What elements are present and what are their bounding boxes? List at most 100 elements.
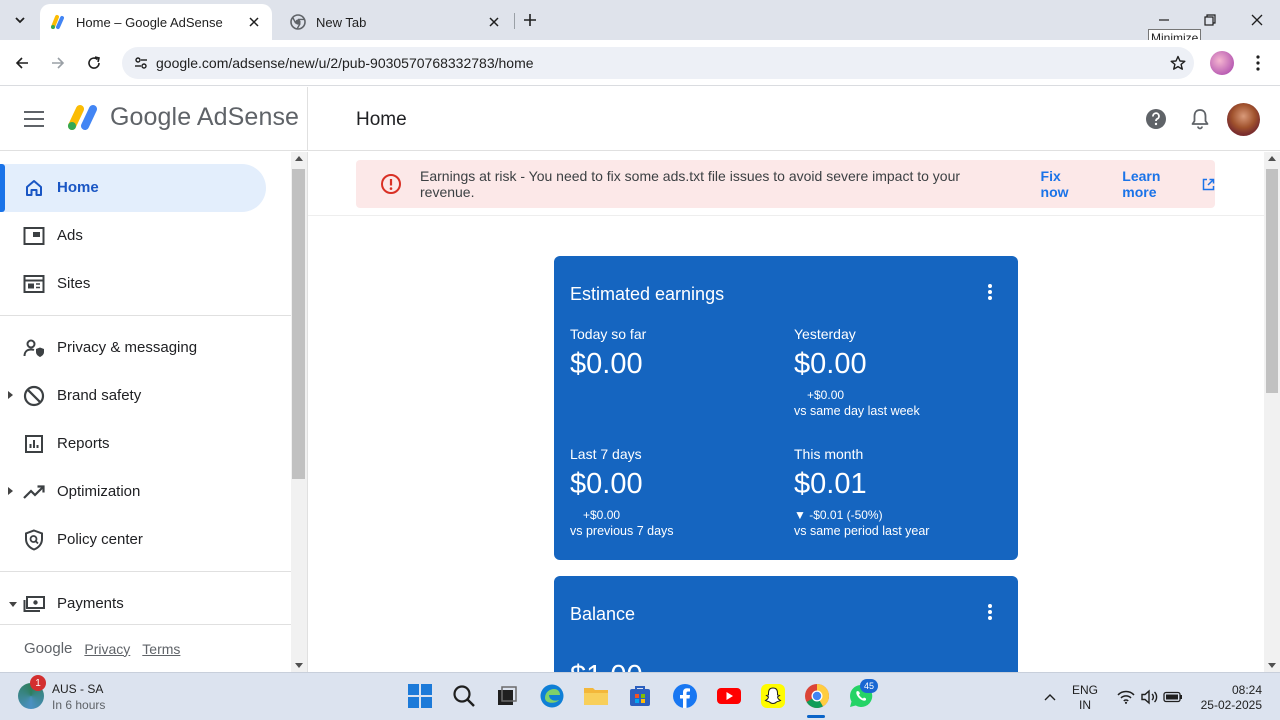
scroll-down-arrow-icon[interactable] (295, 663, 303, 668)
close-icon (1251, 14, 1263, 26)
bell-icon (1191, 109, 1209, 130)
tab-search-button[interactable] (6, 6, 34, 34)
metric-yesterday[interactable]: Yesterday $0.00 +$0.00 vs same day last … (794, 326, 920, 418)
windows-icon (408, 684, 432, 708)
metric-change: +$0.00 (807, 388, 845, 402)
snapchat-icon (761, 684, 785, 708)
weather-widget[interactable]: 1 AUS - SA In 6 hours (18, 675, 105, 713)
forward-button[interactable] (44, 49, 72, 77)
weather-badge: 1 (30, 675, 46, 691)
browser-toolbar: google.com/adsense/new/u/2/pub-903057076… (0, 40, 1280, 86)
weather-icon: 1 (18, 675, 46, 709)
terms-link[interactable]: Terms (142, 641, 180, 657)
battery-icon[interactable] (1163, 687, 1183, 707)
expand-caret-icon (8, 487, 13, 495)
taskbar-edge[interactable] (537, 681, 567, 711)
chevron-up-icon (1044, 694, 1056, 701)
notifications-button[interactable] (1188, 107, 1212, 131)
alert-separator (308, 215, 1264, 216)
arrow-right-icon (52, 57, 65, 69)
url-text[interactable]: google.com/adsense/new/u/2/pub-903057076… (156, 55, 1162, 71)
shield-icon (22, 528, 46, 552)
sidebar-item-ads[interactable]: Ads (0, 212, 266, 260)
new-tab-button[interactable] (518, 8, 542, 32)
sidebar-scrollbar[interactable] (291, 152, 307, 672)
clock[interactable]: 08:24 25-02-2025 (1198, 683, 1262, 713)
metric-this-month[interactable]: This month $0.01 ▼ -$0.01 (-50%) vs same… (794, 446, 929, 538)
metric-last-7-days[interactable]: Last 7 days $0.00 +$0.00 vs previous 7 d… (570, 446, 674, 538)
sidebar-item-label: Brand safety (57, 387, 142, 404)
more-vert-dot (988, 616, 992, 620)
sidebar-item-brand-safety[interactable]: Brand safety (0, 372, 266, 420)
fix-now-button[interactable]: Fix now (1041, 168, 1092, 200)
back-button[interactable] (8, 49, 36, 77)
help-button[interactable] (1144, 107, 1168, 131)
card-more-button[interactable] (980, 602, 1000, 622)
metric-today[interactable]: Today so far $0.00 (570, 326, 646, 381)
facebook-icon (673, 684, 697, 708)
taskbar-store[interactable] (625, 681, 655, 711)
sidebar-item-optimization[interactable]: Optimization (0, 468, 266, 516)
chrome-favicon-icon (290, 14, 306, 30)
sidebar-item-label: Policy center (57, 531, 143, 548)
scroll-up-arrow-icon[interactable] (1268, 156, 1276, 161)
user-avatar[interactable] (1227, 103, 1260, 136)
show-hidden-icons-button[interactable] (1040, 687, 1060, 707)
sidebar-item-label: Privacy & messaging (57, 339, 198, 356)
volume-icon[interactable] (1139, 687, 1159, 707)
scroll-down-arrow-icon[interactable] (1268, 663, 1276, 668)
privacy-icon (22, 336, 46, 360)
site-info-icon[interactable] (126, 55, 156, 71)
chevron-down-icon (15, 17, 25, 24)
sidebar-item-home[interactable]: Home (0, 164, 266, 212)
task-view-button[interactable] (492, 681, 522, 711)
sidebar-item-policy-center[interactable]: Policy center (0, 516, 266, 564)
tab-title: Home – Google AdSense (76, 14, 223, 30)
close-tab-icon[interactable] (486, 14, 502, 30)
scroll-up-arrow-icon[interactable] (295, 156, 303, 161)
menu-icon (24, 111, 44, 113)
sidebar-item-payments[interactable]: Payments (0, 580, 266, 628)
chrome-profile-avatar[interactable] (1210, 51, 1234, 75)
store-icon (630, 686, 650, 706)
taskbar-facebook[interactable] (670, 681, 700, 711)
close-window-button[interactable] (1237, 6, 1277, 34)
metric-label: Last 7 days (570, 446, 642, 462)
tab-adsense-home[interactable]: Home – Google AdSense (40, 4, 272, 40)
clock-time: 08:24 (1231, 683, 1262, 697)
main-scroll-thumb[interactable] (1266, 169, 1278, 393)
taskbar-search-button[interactable] (449, 681, 479, 711)
sidebar-scroll-thumb[interactable] (292, 169, 305, 479)
card-title: Balance (570, 604, 636, 624)
taskbar-youtube[interactable] (714, 681, 744, 711)
arrow-left-icon (15, 57, 28, 69)
metric-value: $0.00 (570, 348, 643, 380)
sidebar-item-privacy-messaging[interactable]: Privacy & messaging (0, 324, 266, 372)
chrome-menu-button[interactable] (1248, 51, 1268, 75)
reload-button[interactable] (80, 49, 108, 77)
sidebar-item-reports[interactable]: Reports (0, 420, 266, 468)
taskbar-file-explorer[interactable] (581, 681, 611, 711)
balance-card: Balance $1.00 (554, 576, 1018, 672)
main-menu-button[interactable] (20, 107, 48, 131)
minimize-icon (1159, 19, 1169, 21)
privacy-link[interactable]: Privacy (84, 641, 130, 657)
adsense-logo[interactable]: Google AdSense (66, 103, 299, 132)
main-scrollbar[interactable] (1264, 152, 1280, 672)
learn-more-link[interactable]: Learn more (1122, 168, 1215, 200)
language-indicator[interactable]: ENG IN (1072, 683, 1098, 713)
start-button[interactable] (405, 681, 435, 711)
taskbar-snapchat[interactable] (758, 681, 788, 711)
reports-icon (22, 432, 46, 456)
block-icon (22, 384, 46, 408)
close-tab-icon[interactable] (246, 14, 262, 30)
sidebar-item-sites[interactable]: Sites (0, 260, 266, 308)
bookmark-star-icon[interactable] (1162, 55, 1194, 71)
taskbar-chrome[interactable] (802, 681, 832, 711)
tab-new-tab[interactable]: New Tab (280, 4, 512, 40)
more-vert-icon (988, 284, 992, 288)
wifi-icon[interactable] (1116, 687, 1136, 707)
address-bar[interactable]: google.com/adsense/new/u/2/pub-903057076… (122, 47, 1194, 79)
card-more-button[interactable] (980, 282, 1000, 302)
metric-label: This month (794, 446, 864, 462)
